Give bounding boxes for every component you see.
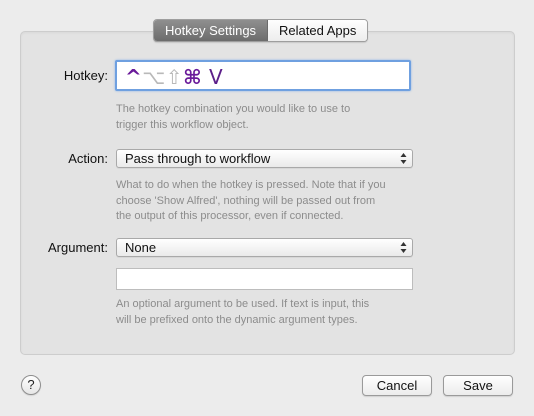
tab-control: Hotkey Settings Related Apps: [153, 19, 369, 42]
hotkey-key: V: [209, 65, 224, 89]
command-modifier-icon: ⌘: [183, 65, 203, 89]
help-button[interactable]: ?: [21, 375, 41, 395]
action-label: Action:: [68, 151, 108, 166]
option-modifier-icon: ⌥: [142, 65, 166, 89]
control-modifier-icon: ^: [125, 65, 143, 89]
cancel-button[interactable]: Cancel: [362, 375, 432, 396]
tab-related-apps[interactable]: Related Apps: [268, 20, 368, 41]
action-select-value: Pass through to workflow: [125, 151, 271, 166]
hotkey-help-text: The hotkey combination you would like to…: [116, 103, 351, 131]
shift-modifier-icon: ⇧: [165, 65, 184, 89]
hotkey-field[interactable]: ^⌥⇧⌘ V: [115, 60, 411, 91]
hotkey-label: Hotkey:: [63, 68, 108, 83]
action-help-text: What to do when the hotkey is pressed. N…: [116, 179, 386, 222]
argument-select-value: None: [125, 240, 157, 255]
argument-help-text: An optional argument to be used. If text…: [116, 298, 370, 326]
select-arrows-icon: [400, 153, 407, 164]
save-button[interactable]: Save: [443, 375, 513, 396]
select-arrows-icon: [400, 242, 407, 253]
argument-select[interactable]: None: [116, 238, 413, 257]
argument-text-field[interactable]: [116, 268, 413, 290]
tab-hotkey-settings[interactable]: Hotkey Settings: [154, 20, 269, 41]
action-select[interactable]: Pass through to workflow: [116, 149, 413, 168]
argument-label: Argument:: [48, 240, 108, 255]
